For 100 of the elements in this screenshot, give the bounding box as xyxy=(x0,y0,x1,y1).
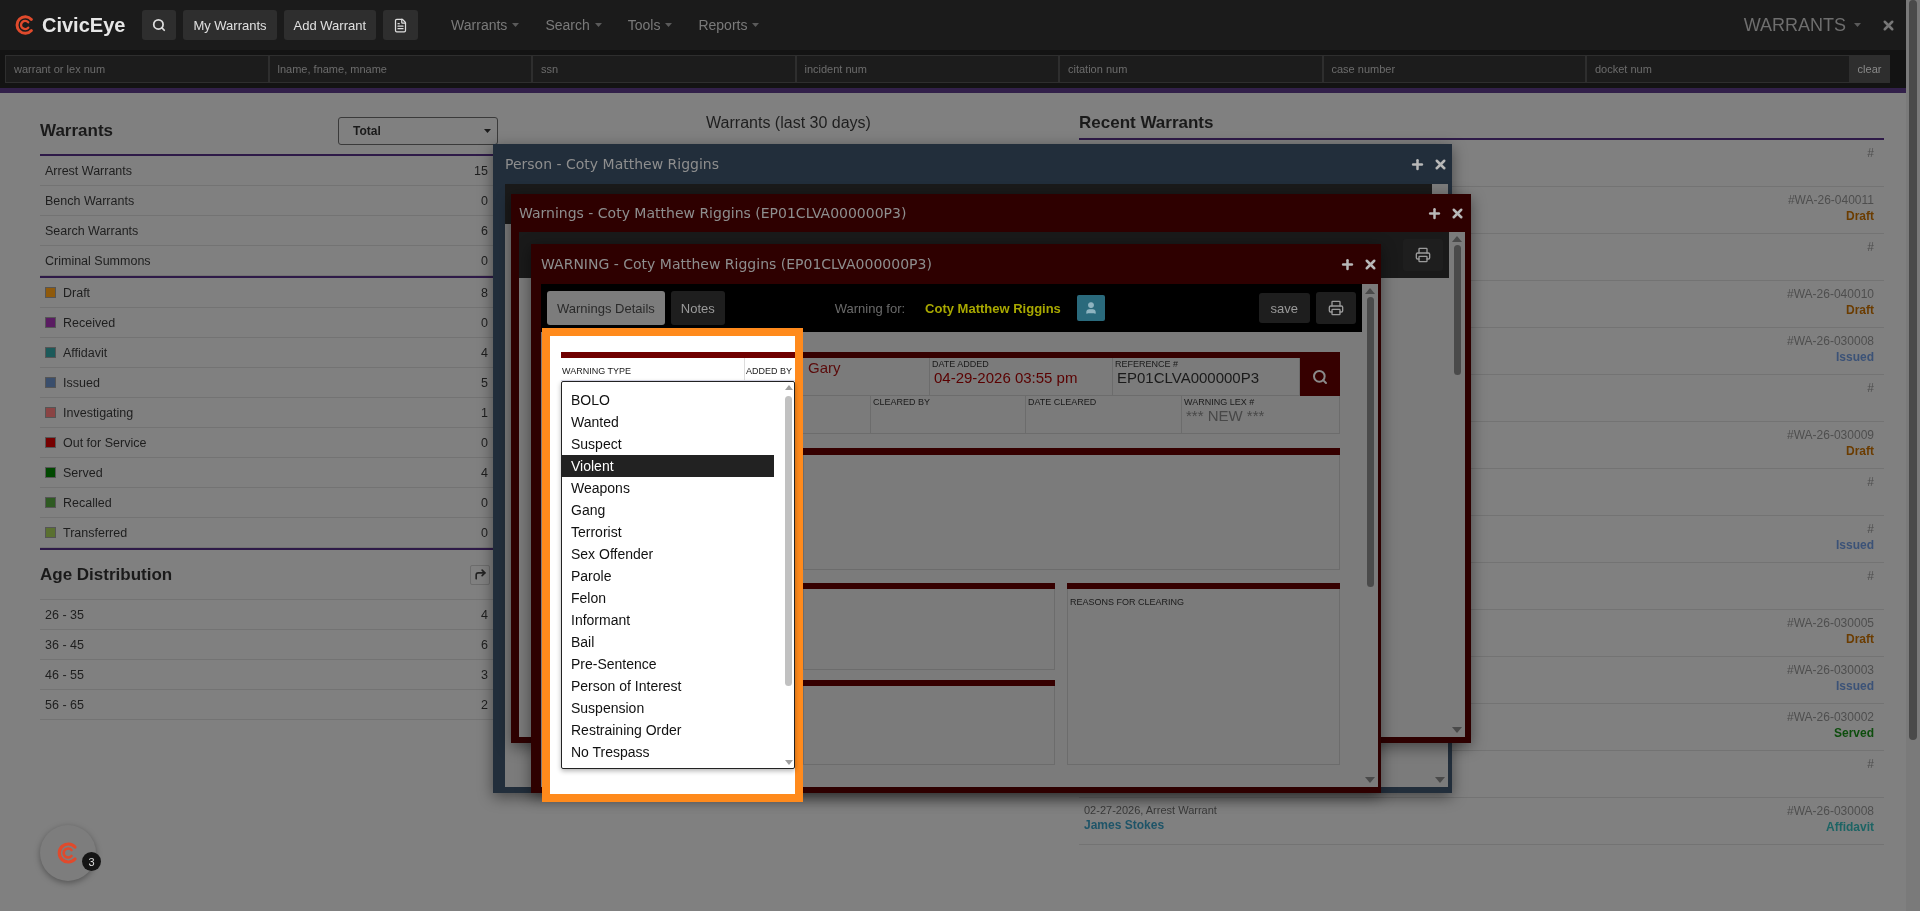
row-label: Transferred xyxy=(63,525,128,540)
row-count: 15 xyxy=(474,163,488,178)
row-count: 0 xyxy=(481,193,488,208)
person-button[interactable] xyxy=(1076,295,1105,321)
field-label: DATE ADDED xyxy=(932,359,990,369)
add-button[interactable] xyxy=(1427,205,1442,221)
field-label: REFERENCE # xyxy=(1115,359,1179,369)
list-option[interactable]: Pre-Sentence xyxy=(562,653,774,675)
brand-name: CivicEye xyxy=(42,13,126,37)
list-option[interactable]: Bail xyxy=(562,631,774,653)
list-option[interactable]: Suspect xyxy=(562,433,774,455)
caret-icon xyxy=(1854,23,1861,27)
row-count: 0 xyxy=(481,435,488,450)
warrant-status: Issued xyxy=(1836,538,1874,552)
row-label: Investigating xyxy=(63,405,134,420)
warrant-status: Draft xyxy=(1846,444,1874,458)
row-label: Recalled xyxy=(63,495,112,510)
warrant-status: Served xyxy=(1833,726,1874,740)
row-count: 5 xyxy=(481,375,488,390)
print-button[interactable] xyxy=(1403,239,1443,271)
print-button[interactable] xyxy=(1316,292,1356,324)
list-option[interactable]: Felon xyxy=(562,587,774,609)
warrant-status: Issued xyxy=(1836,350,1874,364)
tab[interactable]: Notes xyxy=(670,291,725,325)
row-count: 1 xyxy=(481,405,488,420)
warrant-status: Issued xyxy=(1836,679,1874,693)
list-option[interactable]: No Trespass xyxy=(562,741,774,763)
menu-item[interactable]: Reports xyxy=(698,17,760,33)
share-icon xyxy=(473,568,487,581)
reasons-field[interactable]: REASONS FOR CLEARING xyxy=(1067,589,1340,765)
search-field[interactable]: case number xyxy=(1322,55,1586,83)
row-count: 2 xyxy=(481,697,488,712)
app-launcher-button[interactable] xyxy=(40,825,96,881)
filter-select[interactable]: Total xyxy=(338,117,498,145)
list-option[interactable]: Person of Interest xyxy=(562,675,774,697)
list-option[interactable]: Suspension xyxy=(562,697,774,719)
subject-name[interactable]: Coty Matthew Riggins xyxy=(925,300,1061,316)
search-field[interactable]: incident num xyxy=(795,55,1059,83)
warrant-status: Draft xyxy=(1846,303,1874,317)
search-button[interactable] xyxy=(1300,358,1340,396)
list-option[interactable]: Terrorist xyxy=(562,521,774,543)
tab[interactable]: Warnings Details xyxy=(547,291,665,325)
list-option[interactable]: Gang xyxy=(562,499,774,521)
nav-button[interactable]: Add Warrant xyxy=(283,10,377,40)
row-label: Search Warrants xyxy=(45,223,139,238)
row-label: Served xyxy=(63,465,103,480)
row-count: 0 xyxy=(481,525,488,540)
list-option[interactable]: Sex Offender xyxy=(562,543,774,565)
nav-button[interactable]: My Warrants xyxy=(183,10,277,40)
search-button[interactable] xyxy=(142,10,177,40)
warrant-status: Affidavit xyxy=(1826,820,1874,834)
row-label: Out for Service xyxy=(63,435,147,450)
reference-value: EP01CLVA000000P3 xyxy=(1116,369,1261,386)
caret-icon xyxy=(594,23,602,27)
row-count: 4 xyxy=(481,345,488,360)
warning-type-list[interactable]: BOLO Wanted Suspect Violent Weapons Gang Terrorist Sex Offender Parole Felon Informant Bail Pre-Sentence Person of Interest Suspension Restraining Order No Trespass xyxy=(561,381,795,769)
close-button[interactable] xyxy=(1881,17,1896,33)
add-button[interactable] xyxy=(1410,156,1425,172)
row-count: 8 xyxy=(481,285,488,300)
list-option[interactable]: Restraining Order xyxy=(562,719,774,741)
list-option[interactable]: Informant xyxy=(562,609,774,631)
menu-item[interactable]: Search xyxy=(545,17,602,33)
menu-item[interactable]: Warrants xyxy=(451,17,520,33)
warrant-number: # xyxy=(1867,475,1874,489)
close-button[interactable] xyxy=(1450,205,1465,221)
list-option[interactable]: Parole xyxy=(562,565,774,587)
logo-icon xyxy=(14,14,36,36)
field-label: WARNING TYPE xyxy=(562,366,631,376)
search-field[interactable]: citation num xyxy=(1059,55,1323,83)
field-label: ADDED BY xyxy=(746,366,792,376)
row-label: Draft xyxy=(63,285,91,300)
close-button[interactable] xyxy=(1363,256,1378,272)
window-title: Warnings - Coty Matthew Riggins (EP01CLVA000000P3) xyxy=(519,205,907,221)
notes-button[interactable] xyxy=(383,10,419,40)
warrant-number: # xyxy=(1867,757,1874,771)
row-count: 0 xyxy=(481,315,488,330)
list-option[interactable]: Weapons xyxy=(562,477,774,499)
share-button[interactable] xyxy=(470,564,490,585)
caret-icon xyxy=(512,23,520,27)
row-label: Criminal Summons xyxy=(45,253,151,268)
add-button[interactable] xyxy=(1340,256,1355,272)
menu-item[interactable]: Tools xyxy=(627,17,673,33)
save-button[interactable]: save xyxy=(1258,293,1310,323)
panel-title: Age Distribution xyxy=(40,564,173,585)
search-field[interactable]: warrant or lex num xyxy=(5,55,269,83)
clear-button[interactable]: clear xyxy=(1849,55,1890,83)
field-label: REASONS FOR CLEARING xyxy=(1070,597,1185,607)
panel-title: Recent Warrants xyxy=(1079,113,1214,133)
row-label: 56 - 65 xyxy=(45,697,84,712)
warrant-number: # xyxy=(1867,381,1874,395)
list-option[interactable]: Wanted xyxy=(562,411,774,433)
list-option[interactable]: BOLO xyxy=(562,389,774,411)
field-label: WARNING LEX # xyxy=(1184,397,1256,407)
search-field[interactable]: ssn xyxy=(532,55,796,83)
list-option[interactable]: Violent xyxy=(562,455,774,477)
search-field[interactable]: lname, fname, mname xyxy=(268,55,532,83)
close-button[interactable] xyxy=(1433,156,1448,172)
search-field[interactable]: docket num xyxy=(1586,55,1850,83)
warrant-status: Draft xyxy=(1846,209,1874,223)
row-label: 26 - 35 xyxy=(45,607,84,622)
